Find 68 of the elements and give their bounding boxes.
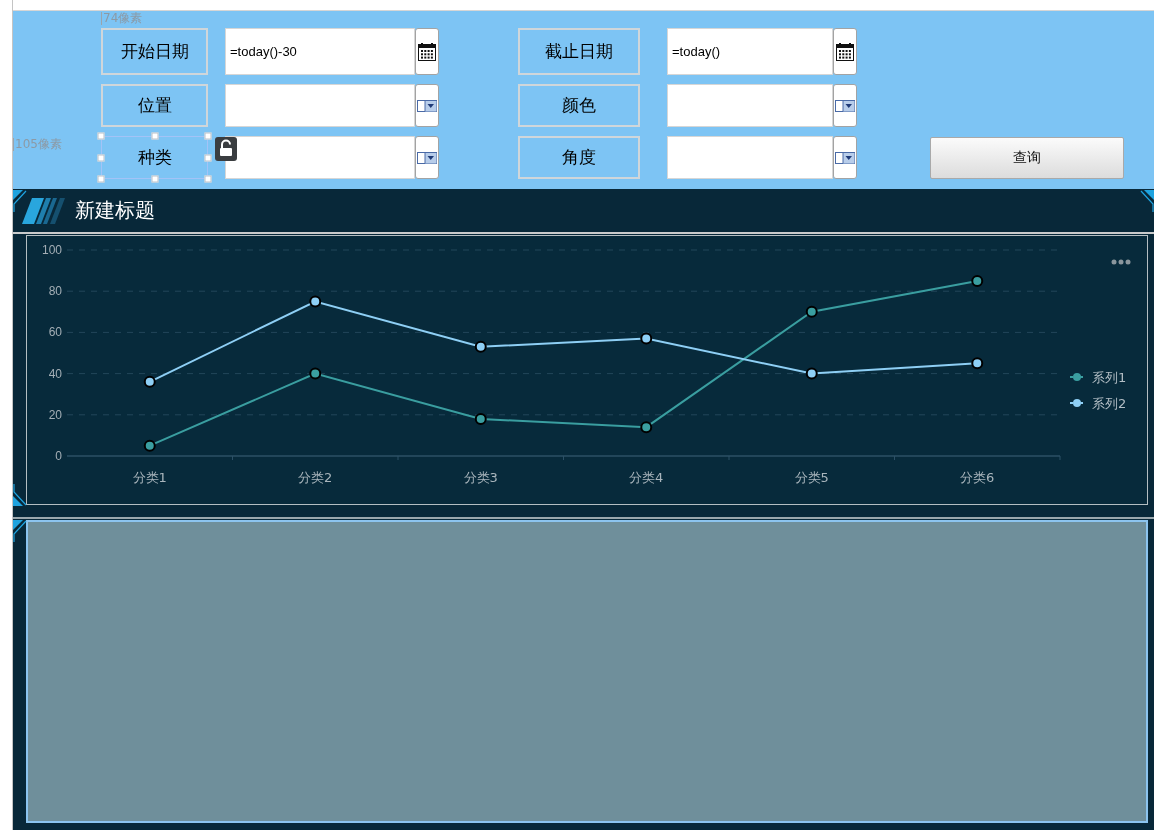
dropdown-button[interactable] <box>415 84 439 127</box>
data-point[interactable] <box>640 332 653 345</box>
corner-ornament-icon <box>1140 190 1154 212</box>
calendar-icon <box>418 42 436 61</box>
x-axis-label: 分类3 <box>463 470 498 485</box>
corner-ornament-icon <box>13 520 27 542</box>
panel-title: 新建标题 <box>75 197 155 224</box>
corner-ornament-icon <box>13 484 27 506</box>
input-field[interactable] <box>667 136 833 179</box>
y-axis-label: 40 <box>48 366 62 381</box>
data-point[interactable] <box>143 439 156 452</box>
resize-handle-icon[interactable] <box>97 154 105 161</box>
field-label: 开始日期 <box>101 28 208 75</box>
input-field[interactable] <box>225 84 415 127</box>
date-picker-button[interactable] <box>415 28 439 75</box>
query-button[interactable]: 查询 <box>930 137 1124 179</box>
dropdown-button[interactable] <box>415 136 439 179</box>
input-field[interactable]: =today()-30 <box>225 28 415 75</box>
measurement-label: 74像素 <box>101 12 143 25</box>
open-padlock-icon[interactable] <box>215 137 237 161</box>
x-axis-label: 分类4 <box>629 470 664 485</box>
field-label: 角度 <box>518 136 640 179</box>
measurement-label: 105像素 <box>13 138 62 151</box>
data-point[interactable] <box>805 305 818 318</box>
y-axis-label: 60 <box>48 325 62 340</box>
data-point[interactable] <box>640 421 653 434</box>
data-point[interactable] <box>971 274 984 287</box>
dropdown-icon <box>417 151 437 164</box>
resize-handle-icon[interactable] <box>97 132 105 140</box>
date-picker-button[interactable] <box>833 28 857 75</box>
data-point[interactable] <box>474 340 487 353</box>
data-point[interactable] <box>143 375 156 388</box>
data-point[interactable] <box>474 412 487 425</box>
y-axis-label: 0 <box>55 449 62 463</box>
x-axis-label: 分类5 <box>794 470 829 485</box>
legend-label[interactable]: 系列1 <box>1092 370 1127 385</box>
resize-handle-icon[interactable] <box>204 132 212 140</box>
y-axis-label: 100 <box>41 243 62 257</box>
input-field[interactable] <box>225 136 415 179</box>
slanted-stripes-icon <box>22 197 65 224</box>
data-point[interactable] <box>805 367 818 380</box>
dropdown-icon <box>835 99 855 112</box>
y-axis-label: 20 <box>48 407 62 422</box>
field-label: 截止日期 <box>518 28 640 75</box>
resize-handle-icon[interactable] <box>151 132 158 140</box>
resize-handle-icon[interactable] <box>151 175 158 183</box>
data-point[interactable] <box>309 367 322 380</box>
calendar-icon <box>836 42 854 61</box>
data-point[interactable] <box>309 295 322 308</box>
x-axis-label: 分类2 <box>298 470 333 485</box>
dropdown-button[interactable] <box>833 136 857 179</box>
x-axis-label: 分类1 <box>132 470 167 485</box>
dropdown-icon <box>835 151 855 164</box>
y-axis-label: 80 <box>48 284 62 299</box>
resize-handle-icon[interactable] <box>97 175 105 183</box>
data-point[interactable] <box>971 357 984 370</box>
field-label: 位置 <box>101 84 208 127</box>
field-label: 颜色 <box>518 84 640 127</box>
corner-ornament-icon <box>13 190 27 212</box>
resize-handle-icon[interactable] <box>204 175 212 183</box>
input-field[interactable]: =today() <box>667 28 833 75</box>
legend-label[interactable]: 系列2 <box>1092 396 1127 411</box>
dropdown-icon <box>417 99 437 112</box>
input-field[interactable] <box>667 84 833 127</box>
resize-handle-icon[interactable] <box>204 154 212 161</box>
x-axis-label: 分类6 <box>960 470 995 485</box>
dropdown-button[interactable] <box>833 84 857 127</box>
more-icon[interactable] <box>1111 259 1131 265</box>
